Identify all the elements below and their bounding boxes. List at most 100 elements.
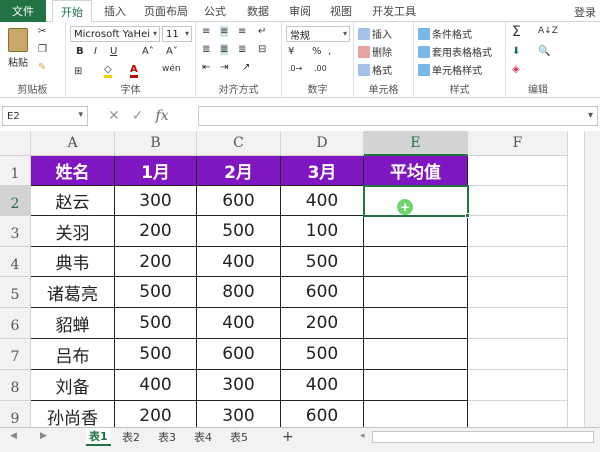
table-cell[interactable]: 300	[115, 186, 197, 216]
row-header-3[interactable]: 3	[0, 216, 31, 247]
wrap-text-icon[interactable]: ↵	[258, 26, 266, 37]
table-cell[interactable]: 500	[115, 339, 197, 370]
vertical-scrollbar[interactable]	[584, 131, 600, 427]
header-cell[interactable]: 平均值	[364, 156, 468, 186]
align-center-icon[interactable]: ≣	[220, 44, 229, 55]
table-cell[interactable]	[364, 277, 468, 308]
font-color-button[interactable]: A	[130, 64, 138, 78]
column-header-d[interactable]: D	[281, 131, 364, 156]
number-format-select[interactable]: 常规 ▾	[286, 26, 350, 42]
table-cell[interactable]: 典韦	[31, 247, 115, 277]
orientation-icon[interactable]: ↗	[242, 62, 250, 73]
column-header-a[interactable]: A	[31, 131, 115, 156]
tab-developer[interactable]: 开发工具	[372, 0, 416, 22]
row-header-4[interactable]: 4	[0, 247, 31, 277]
bold-button[interactable]: B	[76, 46, 84, 57]
column-header-f[interactable]: F	[468, 131, 568, 156]
sheet-tab-3[interactable]: 表3	[158, 428, 176, 446]
table-cell[interactable]: 400	[281, 186, 364, 216]
align-bottom-icon[interactable]: ≡	[238, 26, 246, 37]
select-all-corner[interactable]	[0, 131, 31, 156]
table-cell[interactable]	[364, 370, 468, 401]
border-icon[interactable]: ⊞	[74, 66, 82, 77]
table-cell[interactable]: 500	[197, 216, 281, 247]
phonetic-button[interactable]: wén	[162, 64, 181, 74]
sheet-tab-4[interactable]: 表4	[194, 428, 212, 446]
sheet-tab-1[interactable]: 表1	[86, 428, 111, 446]
table-cell[interactable]: 300	[197, 370, 281, 401]
table-cell[interactable]: 200	[115, 216, 197, 247]
format-as-table-button[interactable]: 套用表格格式	[418, 44, 492, 59]
empty-cell[interactable]	[468, 156, 568, 186]
table-cell[interactable]	[364, 216, 468, 247]
cancel-icon[interactable]: ✕	[108, 108, 120, 124]
table-cell[interactable]: 200	[281, 308, 364, 339]
next-sheet-icon[interactable]: ▶	[40, 431, 47, 441]
table-cell[interactable]: 200	[115, 247, 197, 277]
tab-page-layout[interactable]: 页面布局	[144, 0, 188, 22]
table-cell[interactable]: 400	[197, 308, 281, 339]
align-right-icon[interactable]: ≣	[238, 44, 246, 55]
table-cell[interactable]: 800	[197, 277, 281, 308]
increase-decimal-icon[interactable]: .0→	[288, 64, 302, 73]
table-cell[interactable]	[364, 308, 468, 339]
table-cell[interactable]: 600	[281, 401, 364, 427]
table-cell[interactable]: 500	[281, 339, 364, 370]
horizontal-scrollbar[interactable]	[372, 431, 594, 443]
tab-file[interactable]: 文件	[0, 0, 46, 22]
empty-cell[interactable]	[468, 339, 568, 370]
shrink-font-button[interactable]: A˅	[166, 46, 178, 57]
empty-cell[interactable]	[468, 308, 568, 339]
table-cell[interactable]: 600	[281, 277, 364, 308]
table-cell[interactable]: 600	[197, 186, 281, 216]
copy-icon[interactable]: ❐	[38, 44, 47, 55]
cut-icon[interactable]: ✂	[38, 26, 46, 37]
align-top-icon[interactable]: ≡	[202, 26, 210, 37]
percent-button[interactable]: %	[312, 46, 322, 57]
sheet-tab-2[interactable]: 表2	[122, 428, 140, 446]
currency-icon[interactable]: ¥	[288, 46, 294, 57]
format-painter-icon[interactable]: ✎	[38, 62, 46, 73]
row-header-2[interactable]: 2	[0, 186, 31, 216]
header-cell[interactable]: 3月	[281, 156, 364, 186]
table-cell[interactable]: 赵云	[31, 186, 115, 216]
table-cell[interactable]: 500	[281, 247, 364, 277]
prev-sheet-icon[interactable]: ◀	[10, 431, 17, 441]
table-cell[interactable]: 400	[281, 370, 364, 401]
comma-button[interactable]: ,	[328, 46, 331, 57]
empty-cell[interactable]	[468, 370, 568, 401]
row-header-8[interactable]: 8	[0, 370, 31, 401]
check-icon[interactable]: ✓	[132, 108, 144, 124]
insert-cells-button[interactable]: 插入	[358, 26, 392, 41]
scroll-left-icon[interactable]: ◂	[360, 431, 365, 441]
column-header-c[interactable]: C	[197, 131, 281, 156]
row-header-1[interactable]: 1	[0, 156, 31, 186]
sheet-tab-5[interactable]: 表5	[230, 428, 248, 446]
empty-cell[interactable]	[468, 401, 568, 427]
table-cell[interactable]: 吕布	[31, 339, 115, 370]
table-cell[interactable]: 200	[115, 401, 197, 427]
table-cell[interactable]: 600	[197, 339, 281, 370]
table-cell[interactable]: 100	[281, 216, 364, 247]
tab-insert[interactable]: 插入	[104, 0, 126, 22]
find-icon[interactable]: 🔍	[538, 46, 550, 57]
grow-font-button[interactable]: A˄	[142, 46, 154, 57]
fill-icon[interactable]: ⬇	[512, 46, 520, 57]
function-icon[interactable]: fx	[155, 108, 168, 124]
conditional-format-button[interactable]: 条件格式	[418, 26, 472, 41]
font-name-select[interactable]: Microsoft YaHei ▾	[70, 26, 160, 42]
header-cell[interactable]: 2月	[197, 156, 281, 186]
empty-cell[interactable]	[468, 186, 568, 216]
table-cell[interactable]	[364, 401, 468, 427]
tab-formulas[interactable]: 公式	[204, 0, 226, 22]
table-cell[interactable]	[364, 339, 468, 370]
underline-button[interactable]: U	[110, 46, 117, 57]
delete-cells-button[interactable]: 删除	[358, 44, 392, 59]
fill-handle[interactable]	[465, 213, 470, 218]
table-cell[interactable]: 关羽	[31, 216, 115, 247]
tab-home[interactable]: 开始	[52, 0, 92, 23]
decrease-decimal-icon[interactable]: .00	[314, 64, 327, 73]
decrease-indent-icon[interactable]: ⇤	[202, 62, 210, 73]
merge-center-icon[interactable]: ⊟	[258, 44, 266, 55]
row-header-5[interactable]: 5	[0, 277, 31, 308]
